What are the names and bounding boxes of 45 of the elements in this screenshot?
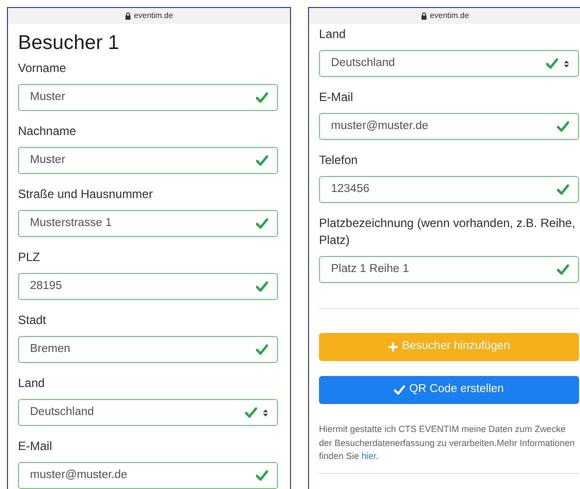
consent-text: Hiermit gestatte ich CTS EVENTIM meine Daten zum Zwecke der Besucherdatenerfassung zu verarbeiten.Mehr Informationen finden Sie hier.	[319, 423, 576, 463]
input-field[interactable]: muster@muster.de	[18, 462, 278, 489]
field-label: PLZ	[18, 249, 42, 266]
check-icon	[256, 281, 268, 292]
check-icon	[256, 155, 268, 166]
select-field[interactable]: Deutschland	[319, 50, 579, 77]
field-label: Stadt	[18, 312, 48, 329]
check-icon	[557, 184, 569, 195]
check-icon	[557, 121, 569, 132]
check-icon	[557, 264, 569, 275]
field-label: Platzbezeichnung (wenn vorhanden, z.B. Reihe, Platz)	[319, 215, 576, 249]
input-field[interactable]: muster@muster.de	[319, 113, 579, 140]
up-down-arrows-icon	[564, 60, 569, 68]
check-icon	[245, 407, 257, 418]
input-field[interactable]: Muster	[18, 147, 278, 174]
check-icon	[256, 92, 268, 103]
input-field[interactable]: 28195	[18, 273, 278, 300]
input-field[interactable]: Muster	[18, 84, 278, 111]
lock-icon	[124, 12, 131, 20]
field-label: Nachname	[18, 123, 78, 140]
field-label: Vorname	[18, 60, 68, 77]
link[interactable]: hier	[362, 451, 376, 461]
page-title: Besucher 1	[18, 31, 120, 56]
input-field[interactable]: Platz 1 Reihe 1	[319, 256, 579, 283]
select-field[interactable]: Deutschland	[18, 399, 278, 426]
url-text: eventim.de	[134, 12, 174, 20]
check-icon	[256, 470, 268, 481]
input-field[interactable]: Bremen	[18, 336, 278, 363]
lock-icon	[420, 12, 427, 20]
field-label: Land	[319, 26, 347, 43]
check-icon	[256, 218, 268, 229]
input-field[interactable]: Musterstrasse 1	[18, 210, 278, 237]
up-down-arrows-icon	[263, 408, 268, 416]
field-label: E-Mail	[18, 438, 54, 455]
field-label: Straße und Hausnummer	[18, 186, 154, 203]
check-icon	[256, 344, 268, 355]
field-label: Telefon	[319, 152, 359, 169]
plus-icon	[388, 342, 398, 352]
url-text: eventim.de	[430, 12, 470, 20]
check-icon	[546, 58, 558, 69]
field-label: Land	[18, 375, 46, 392]
field-label: E-Mail	[319, 89, 354, 106]
create-qr-button[interactable]: QR Code erstellen	[319, 376, 579, 404]
check-icon	[394, 385, 406, 395]
input-field[interactable]: 123456	[319, 176, 579, 203]
